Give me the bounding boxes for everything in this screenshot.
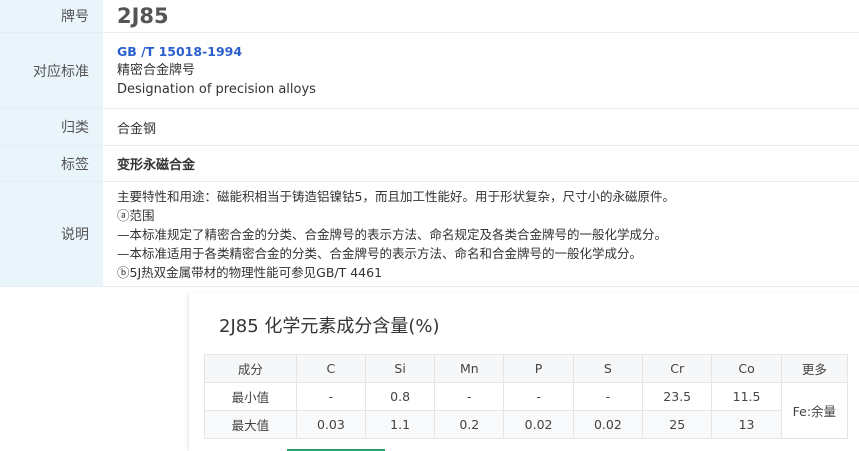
standard-name-en: Designation of precision alloys (117, 81, 316, 97)
header-more: 更多 (780, 354, 849, 383)
standard-name-cn: 精密合金牌号 (117, 62, 196, 78)
min-mn: - (434, 382, 505, 411)
max-c: 0.03 (295, 410, 367, 439)
row-label-max: 最大值 (204, 410, 297, 439)
header-p: P (503, 354, 574, 383)
composition-card: 2J85 化学元素成分含量(%) 成分 C Si Mn P S Cr Co 更多… (188, 293, 859, 451)
alloy-info-table: 牌号 2J85 对应标准 GB /T 15018-1994 精密合金牌号 Des… (0, 0, 859, 287)
table-row-max: 最大值 0.03 1.1 0.2 0.02 0.02 25 13 (204, 410, 848, 439)
min-c: - (295, 382, 367, 411)
tag-label: 标签 (0, 146, 103, 181)
standard-code-link[interactable]: GB /T 15018-1994 (117, 43, 859, 61)
more-value: Fe:余量 (780, 382, 849, 439)
min-s: - (572, 382, 644, 411)
description-row: 说明 主要特性和用途：磁能积相当于铸造铝镍钴5，而且加工性能好。用于形状复杂，尺… (0, 182, 859, 287)
max-mn: 0.2 (434, 410, 505, 439)
page: 牌号 2J85 对应标准 GB /T 15018-1994 精密合金牌号 Des… (0, 0, 859, 451)
description-line: —本标准规定了精密合金的分类、合金牌号的表示方法、命名规定及各类合金牌号的一般化… (117, 226, 668, 242)
description-line: 主要特性和用途：磁能积相当于铸造铝镍钴5，而且加工性能好。用于形状复杂，尺寸小的… (117, 188, 675, 204)
tag-row: 标签 变形永磁合金 (0, 146, 859, 182)
header-c: C (295, 354, 367, 383)
category-value: 合金钢 (117, 121, 157, 137)
description-value-cell: 主要特性和用途：磁能积相当于铸造铝镍钴5，而且加工性能好。用于形状复杂，尺寸小的… (103, 182, 859, 286)
max-cr: 25 (642, 410, 713, 439)
header-mn: Mn (434, 354, 505, 383)
tag-value: 变形永磁合金 (117, 158, 196, 173)
grade-value: 2J85 (117, 3, 169, 28)
max-p: 0.02 (503, 410, 574, 439)
min-si: 0.8 (365, 382, 436, 411)
max-co: 13 (711, 410, 782, 439)
composition-header-row: 成分 C Si Mn P S Cr Co 更多 (204, 354, 849, 383)
row-label-min: 最小值 (204, 382, 297, 411)
tag-value-cell: 变形永磁合金 (103, 146, 859, 181)
header-cr: Cr (642, 354, 713, 383)
grade-value-cell: 2J85 (103, 0, 859, 32)
min-p: - (503, 382, 574, 411)
header-component: 成分 (204, 354, 297, 383)
standard-row: 对应标准 GB /T 15018-1994 精密合金牌号 Designation… (0, 33, 859, 109)
category-value-cell: 合金钢 (103, 109, 859, 145)
category-label: 归类 (0, 109, 103, 145)
description-line: ⓑ5J热双金属带材的物理性能可参见GB/T 4461 (117, 264, 383, 280)
composition-title: 2J85 化学元素成分含量(%) (219, 316, 440, 337)
header-s: S (572, 354, 644, 383)
max-si: 1.1 (365, 410, 436, 439)
description-line: —本标准适用于各类精密合金的分类、合金牌号的表示方法、命名和合金牌号的一般化学成… (117, 245, 643, 261)
header-si: Si (365, 354, 436, 383)
standard-label: 对应标准 (0, 33, 103, 108)
grade-label: 牌号 (0, 0, 103, 32)
max-s: 0.02 (572, 410, 644, 439)
standard-value-cell: GB /T 15018-1994 精密合金牌号 Designation of p… (103, 33, 859, 108)
header-co: Co (711, 354, 782, 383)
min-cr: 23.5 (642, 382, 713, 411)
grade-row: 牌号 2J85 (0, 0, 859, 33)
composition-table: 成分 C Si Mn P S Cr Co 更多 最小值 - 0.8 - - - … (204, 354, 849, 439)
table-row-min: 最小值 - 0.8 - - - 23.5 11.5 Fe:余量 (204, 382, 849, 439)
description-label: 说明 (0, 182, 103, 286)
min-co: 11.5 (711, 382, 782, 411)
category-row: 归类 合金钢 (0, 109, 859, 146)
description-line: ⓐ范围 (117, 207, 155, 223)
